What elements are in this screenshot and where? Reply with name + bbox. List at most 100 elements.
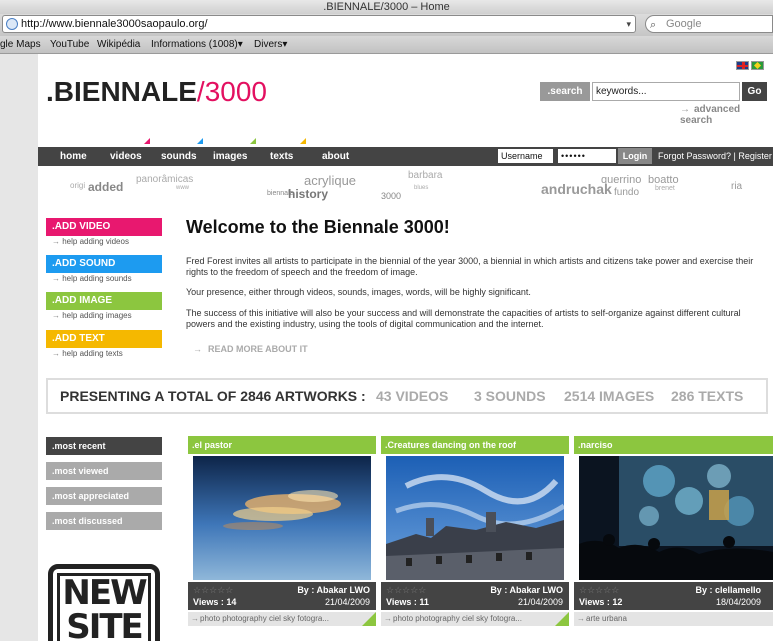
tag-cloud-item[interactable]: biennale [267,190,293,197]
new-site-badge[interactable]: NEW SITE [48,564,160,641]
read-more-label: READ MORE ABOUT IT [208,344,308,354]
brazil-flag-icon[interactable] [751,61,764,70]
tag-cloud-item[interactable]: blues [414,185,428,191]
bookmark-informations[interactable]: Informations (1008)▾ [151,36,243,54]
help-adding-sounds-link[interactable]: help adding sounds [46,274,162,283]
total-texts-link[interactable]: 286 TEXTS [671,388,743,404]
uk-flag-icon[interactable] [736,61,749,70]
add-image-button[interactable]: .ADD IMAGE [46,292,162,310]
artwork-tags[interactable]: photo photography ciel sky fotogra... [188,612,376,626]
site-logo[interactable]: .BIENNALE/3000 [46,76,267,108]
artwork-thumbnail[interactable] [579,456,773,580]
sort-most-viewed-tab[interactable]: .most viewed [46,462,162,480]
artwork-views: Views : 14 [193,597,237,607]
tag-cloud-item[interactable]: panorâmicas [136,174,193,185]
sort-most-recent-tab[interactable]: .most recent [46,437,162,455]
artwork-title[interactable]: .Creatures dancing on the roof [381,436,569,454]
total-images-link[interactable]: 2514 IMAGES [564,388,654,404]
globe-icon [6,18,18,30]
artwork-date: 21/04/2009 [324,597,370,607]
artwork-title[interactable]: .el pastor [188,436,376,454]
nav-videos[interactable]: videos [110,147,142,166]
help-adding-videos-link[interactable]: help adding videos [46,237,162,246]
card-corner-marker [362,612,376,626]
totals-heading: PRESENTING A TOTAL OF 2846 ARTWORKS : [60,388,366,404]
add-sound-button[interactable]: .ADD SOUND [46,255,162,273]
artwork-meta: ☆☆☆☆☆ Views : 11 By : Abakar LWO 21/04/2… [381,582,569,610]
rating-stars[interactable]: ☆☆☆☆☆ [193,585,233,596]
sort-most-discussed-tab[interactable]: .most discussed [46,512,162,530]
nav-images[interactable]: images [213,147,247,166]
page-left-margin [0,54,38,641]
new-site-badge-inner: NEW SITE [57,573,151,641]
images-color-marker [250,138,256,144]
search-go-button[interactable]: Go [742,82,767,101]
artwork-card[interactable]: .Creatures dancing on the roof ☆☆☆☆☆ Vie… [381,436,569,641]
site-search-input[interactable]: keywords... [592,82,740,101]
logo-number: 3000 [204,76,267,107]
new-site-line-2: SITE [66,607,144,641]
username-input[interactable]: Username [498,149,553,163]
welcome-paragraph-3: The success of this initiative will also… [186,308,741,329]
artwork-title[interactable]: .narciso [574,436,773,454]
nav-texts[interactable]: texts [270,147,293,166]
total-sounds-link[interactable]: 3 SOUNDS [474,388,546,404]
artwork-views: Views : 12 [579,597,623,607]
tag-cloud-item[interactable]: history [288,187,328,201]
nav-about[interactable]: about [322,147,349,166]
tag-cloud-item[interactable]: barbara [408,170,442,181]
add-text-button[interactable]: .ADD TEXT [46,330,162,348]
address-bar[interactable]: http://www.biennale3000saopaulo.org/ ▾ [2,15,636,33]
bookmark-wikipedia[interactable]: Wikipédia [97,36,140,54]
advanced-search-link[interactable]: → advanced search [680,104,773,126]
tag-cloud-item[interactable]: origi [70,181,85,190]
tag-cloud-item[interactable]: added [88,180,123,194]
nav-sounds[interactable]: sounds [161,147,197,166]
artwork-thumbnail[interactable] [386,456,564,580]
artwork-author[interactable]: By : clellamello [695,585,761,595]
password-input[interactable]: •••••• [558,149,616,163]
sounds-color-marker [197,138,203,144]
help-adding-texts-link[interactable]: help adding texts [46,349,162,358]
search-label: .search [540,82,590,101]
artwork-author[interactable]: By : Abakar LWO [297,585,370,595]
read-more-link[interactable]: → READ MORE ABOUT IT [193,344,308,354]
tag-cloud-item[interactable]: acrylique [304,173,356,188]
url-text: http://www.biennale3000saopaulo.org/ [21,18,208,30]
help-adding-images-link[interactable]: help adding images [46,311,162,320]
card-corner-marker [555,612,569,626]
artwork-tags[interactable]: photo photography ciel sky fotogra... [381,612,569,626]
bookmark-google-maps[interactable]: gle Maps [0,36,41,54]
artwork-card[interactable]: .el pastor ☆☆☆☆☆ Views : 14 By: Abakar … [188,436,376,641]
add-video-button[interactable]: .ADD VIDEO [46,218,162,236]
bookmarks-bar: gle Maps YouTube Wikipédia Informations … [0,36,773,54]
arrow-right-icon: → [193,344,202,354]
total-videos-link[interactable]: 43 VIDEOS [376,388,448,404]
browser-search-placeholder: Google [666,18,702,30]
chevron-down-icon[interactable]: ▾ [626,16,631,32]
bookmark-divers[interactable]: Divers▾ [254,36,287,54]
welcome-paragraph-1: Fred Forest invites all artists to parti… [186,256,754,277]
tag-cloud-item[interactable]: ria [731,181,742,192]
artwork-thumbnail[interactable] [193,456,371,580]
artwork-totals: PRESENTING A TOTAL OF 2846 ARTWORKS : 43… [46,378,768,414]
bookmark-youtube[interactable]: YouTube [50,36,89,54]
artwork-date: 18/04/2009 [715,597,761,607]
artwork-card[interactable]: .narciso ☆☆☆☆☆ Views : 12 By : clellamel… [574,436,773,641]
rating-stars[interactable]: ☆☆☆☆☆ [579,585,619,596]
tag-cloud-item[interactable]: querrino [601,174,641,186]
tag-cloud-item[interactable]: fundo [614,187,639,198]
tag-cloud-item[interactable]: 3000 [381,191,401,201]
rating-stars[interactable]: ☆☆☆☆☆ [386,585,426,596]
videos-color-marker [144,138,150,144]
sort-most-appreciated-tab[interactable]: .most appreciated [46,487,162,505]
login-button[interactable]: Login [618,148,652,164]
artwork-author[interactable]: By : Abakar LWO [490,585,563,595]
search-icon: ⌕ [650,19,657,31]
tag-cloud-item[interactable]: brenet [655,185,675,192]
forgot-register-links[interactable]: Forgot Password? | Register [658,147,772,166]
artwork-tags[interactable]: arte urbana [574,612,773,626]
browser-search-input[interactable]: ⌕ Google [645,15,773,33]
tag-cloud-item[interactable]: www [176,185,189,191]
nav-home[interactable]: home [60,147,87,166]
